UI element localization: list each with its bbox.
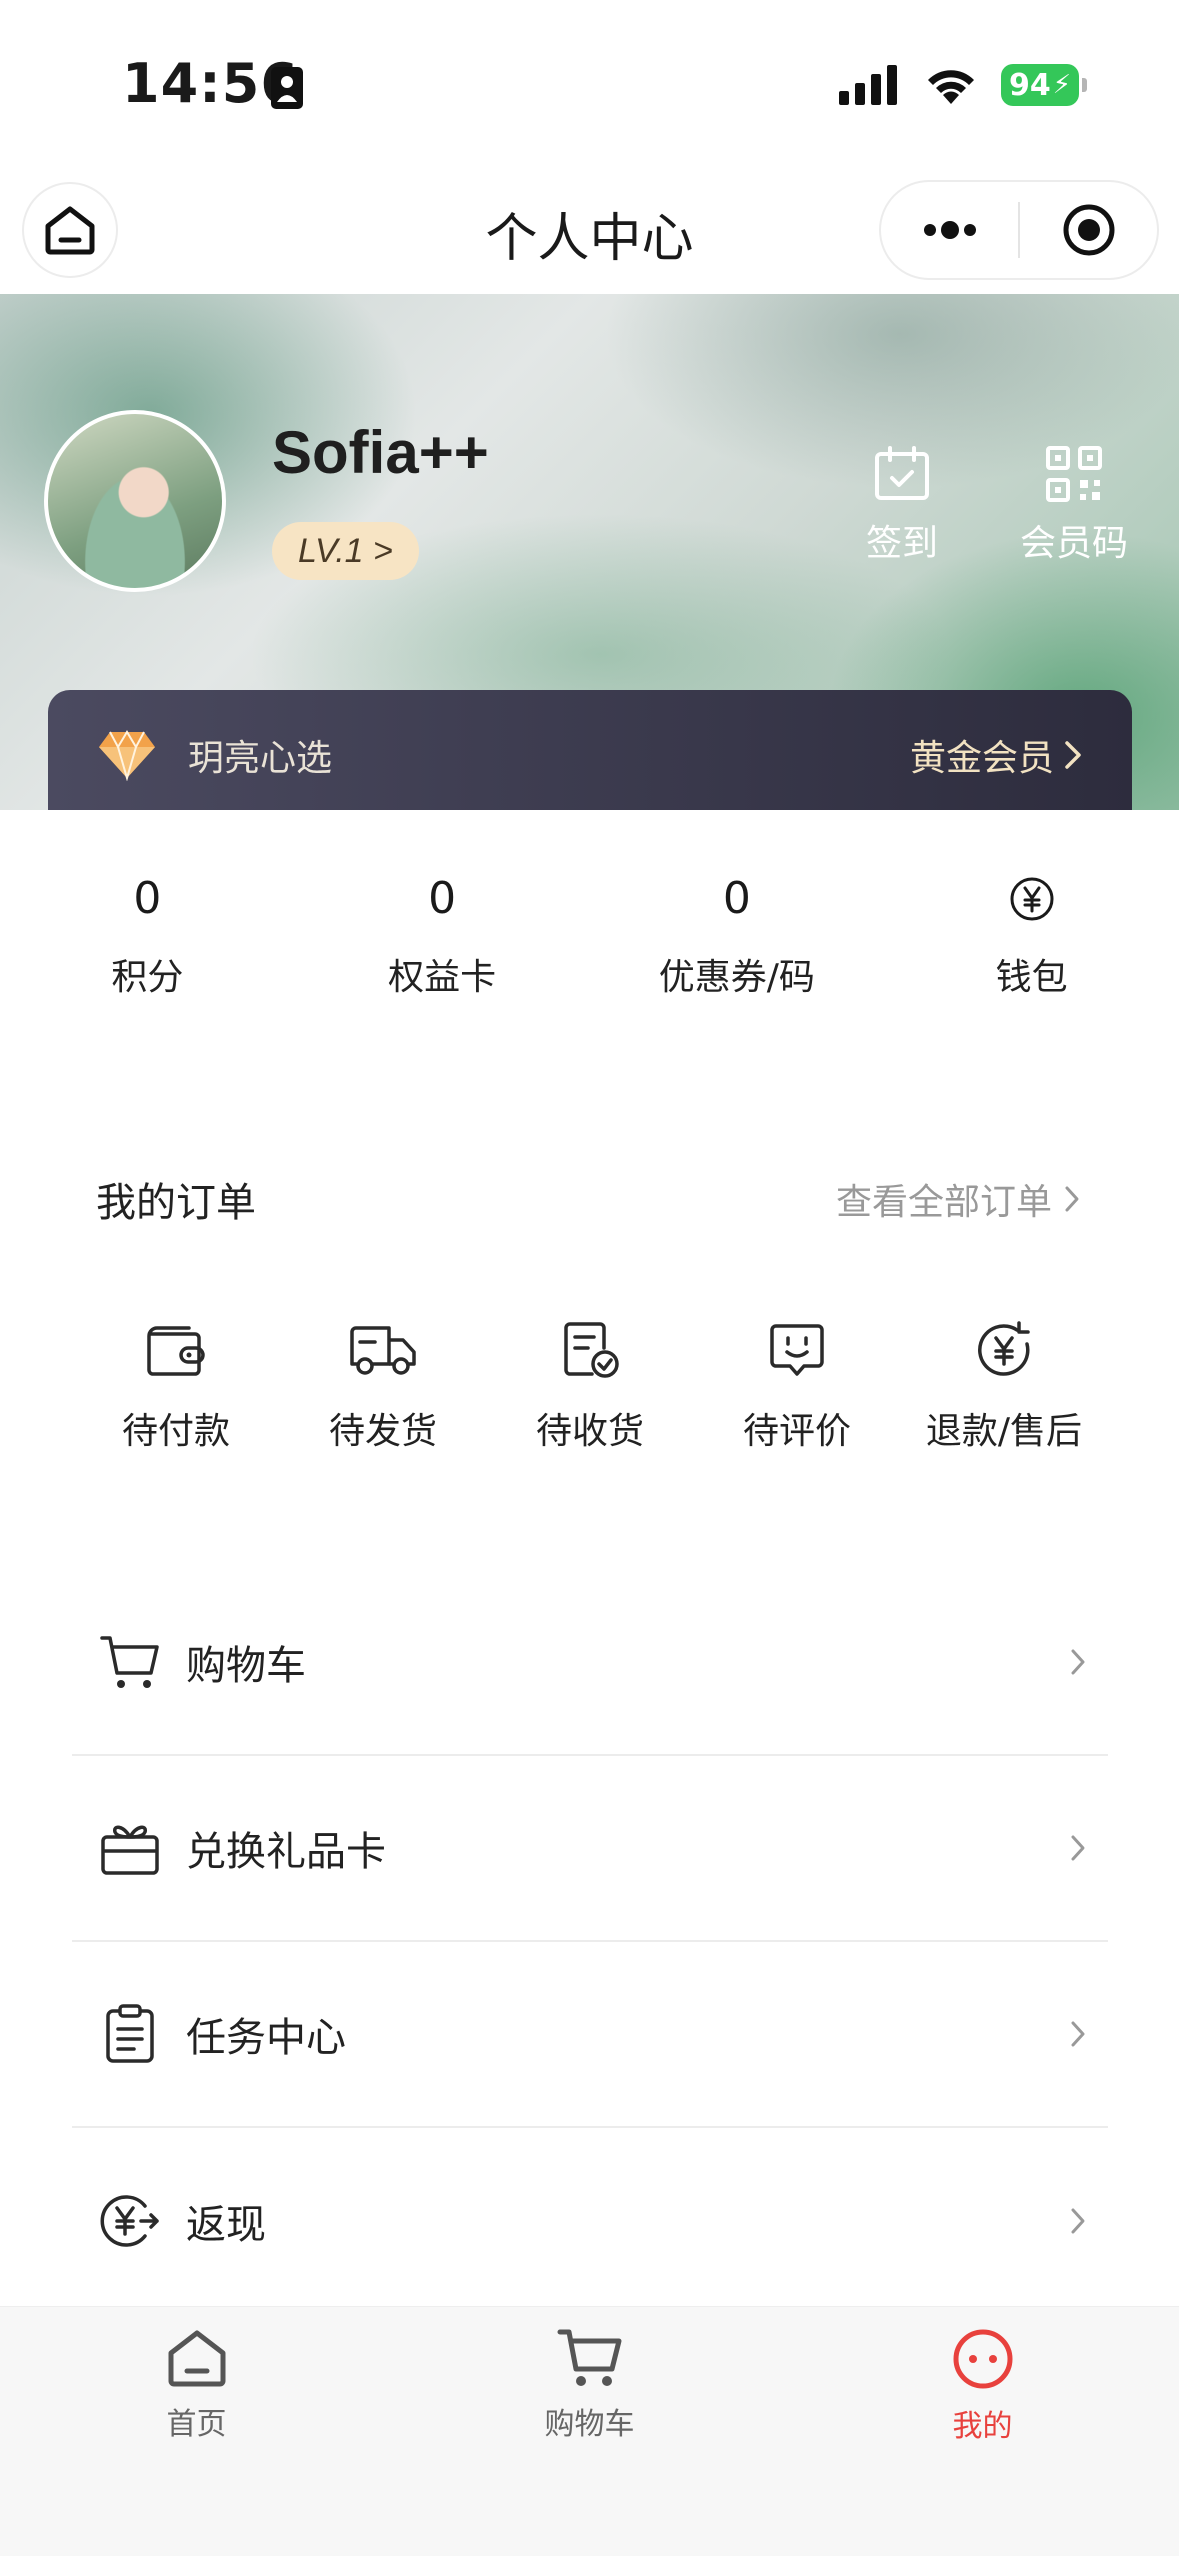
tab-me[interactable]: 我的	[786, 2307, 1179, 2556]
avatar[interactable]	[44, 410, 226, 592]
order-pending-shipment[interactable]: 待发货	[283, 1320, 483, 1454]
gift-card-icon	[98, 1816, 162, 1880]
cellular-signal-icon	[839, 65, 897, 105]
chevron-right-icon	[1071, 2208, 1085, 2234]
stat-benefit-cards[interactable]: 0 权益卡	[295, 870, 590, 1000]
truck-icon	[350, 1326, 416, 1375]
profile-header: Sofia++ LV.1 > 签到 会员码 玥亮心选 黄金会员	[0, 294, 1179, 810]
chevron-right-icon	[1065, 1186, 1079, 1212]
stat-coupons[interactable]: 0 优惠券/码	[590, 870, 885, 1000]
receipt-check-icon	[564, 1322, 619, 1378]
order-label: 待收货	[535, 1411, 644, 1452]
chevron-right-icon	[1071, 1835, 1085, 1861]
calendar-check-icon	[875, 446, 929, 500]
refund-icon	[978, 1321, 1030, 1376]
tab-cart[interactable]: 购物车	[393, 2307, 786, 2556]
battery-cap	[1082, 78, 1087, 92]
benefit-cards-value: 0	[428, 873, 457, 924]
battery-indicator: 94 ⚡	[1001, 64, 1087, 106]
wallet-label: 钱包	[995, 957, 1068, 998]
view-all-orders-link[interactable]: 查看全部订单	[836, 1173, 1080, 1225]
menu-label: 任务中心	[186, 2015, 346, 2061]
order-pending-receipt[interactable]: 待收货	[490, 1320, 690, 1454]
menu-label: 返现	[186, 2202, 266, 2248]
account-stats: 0 积分 0 权益卡 0 优惠券/码 钱包	[0, 870, 1179, 1000]
tab-label: 首页	[166, 2407, 227, 2442]
level-badge[interactable]: LV.1 >	[272, 522, 419, 580]
more-button[interactable]	[881, 182, 1018, 278]
nav-bar: 个人中心	[0, 170, 1179, 290]
menu-label: 购物车	[186, 1643, 306, 1689]
tab-label: 我的	[952, 2409, 1013, 2444]
checkin-button[interactable]: 签到	[866, 444, 938, 566]
menu-item-cart[interactable]: 购物车	[72, 1570, 1108, 1756]
status-bar: 14:56 94 ⚡	[0, 0, 1179, 160]
chevron-right-icon	[1065, 741, 1081, 769]
cart-icon	[557, 2329, 621, 2386]
contact-card-icon	[271, 67, 303, 109]
member-code-label: 会员码	[1020, 523, 1129, 564]
menu-label: 兑换礼品卡	[186, 1829, 386, 1875]
order-pending-review[interactable]: 待评价	[697, 1320, 897, 1454]
order-label: 待付款	[121, 1411, 230, 1452]
chevron-right-icon	[1071, 1649, 1085, 1675]
diamond-icon	[99, 730, 155, 781]
target-circle-icon	[1063, 204, 1114, 256]
member-tier: 黄金会员	[910, 729, 1082, 781]
menu-item-task-center[interactable]: 任务中心	[72, 1942, 1108, 2128]
chevron-right-icon	[1071, 2021, 1085, 2047]
membership-bar[interactable]: 玥亮心选 黄金会员	[48, 690, 1132, 810]
points-value: 0	[133, 873, 162, 924]
charging-icon: ⚡	[1052, 70, 1071, 100]
benefit-cards-label: 权益卡	[388, 957, 497, 998]
order-label: 待评价	[742, 1411, 851, 1452]
yen-circle-icon	[1008, 870, 1056, 928]
order-refund-aftersales[interactable]: 退款/售后	[904, 1320, 1104, 1454]
view-all-orders-label: 查看全部订单	[835, 1182, 1052, 1223]
tab-bar: 首页 购物车 我的	[0, 2306, 1179, 2556]
checkin-label: 签到	[866, 523, 939, 564]
order-status-row: 待付款 待发货 待收货 待评价 退款/售后	[76, 1320, 1104, 1454]
coupons-label: 优惠券/码	[658, 957, 815, 998]
store-name: 玥亮心选	[188, 738, 333, 779]
order-pending-payment[interactable]: 待付款	[76, 1320, 276, 1454]
menu-item-cashback[interactable]: 返现	[72, 2128, 1108, 2314]
home-icon	[168, 2330, 225, 2387]
coupons-value: 0	[722, 873, 751, 924]
orders-title: 我的订单	[96, 1180, 256, 1226]
menu-item-gift-card[interactable]: 兑换礼品卡	[72, 1756, 1108, 1942]
clipboard-icon	[98, 2002, 162, 2066]
member-code-button[interactable]: 会员码	[1020, 444, 1128, 566]
points-label: 积分	[111, 957, 184, 998]
smile-chat-icon	[770, 1324, 824, 1376]
close-program-button[interactable]	[1020, 182, 1157, 278]
more-dots-icon	[923, 221, 976, 239]
cashback-icon	[98, 2189, 162, 2253]
tab-label: 购物车	[544, 2407, 635, 2442]
stat-points[interactable]: 0 积分	[0, 870, 295, 1000]
menu-list: 购物车 兑换礼品卡 任务中心 返现	[72, 1570, 1108, 2314]
orders-header: 我的订单 查看全部订单	[96, 1170, 1080, 1228]
wallet-icon	[147, 1326, 205, 1376]
order-label: 退款/售后	[925, 1411, 1083, 1452]
member-tier-label: 黄金会员	[909, 738, 1054, 779]
profile-face-icon	[953, 2329, 1012, 2389]
username: Sofia++	[272, 419, 489, 486]
order-label: 待发货	[328, 1411, 437, 1452]
battery-level: 94	[1008, 67, 1051, 103]
tab-home[interactable]: 首页	[0, 2307, 393, 2556]
cart-icon	[98, 1630, 162, 1694]
status-indicators: 94 ⚡	[839, 64, 1087, 106]
qr-code-icon	[1046, 446, 1102, 502]
stat-wallet[interactable]: 钱包	[884, 870, 1179, 1000]
wifi-icon	[928, 70, 974, 104]
mini-program-capsule	[879, 180, 1159, 280]
